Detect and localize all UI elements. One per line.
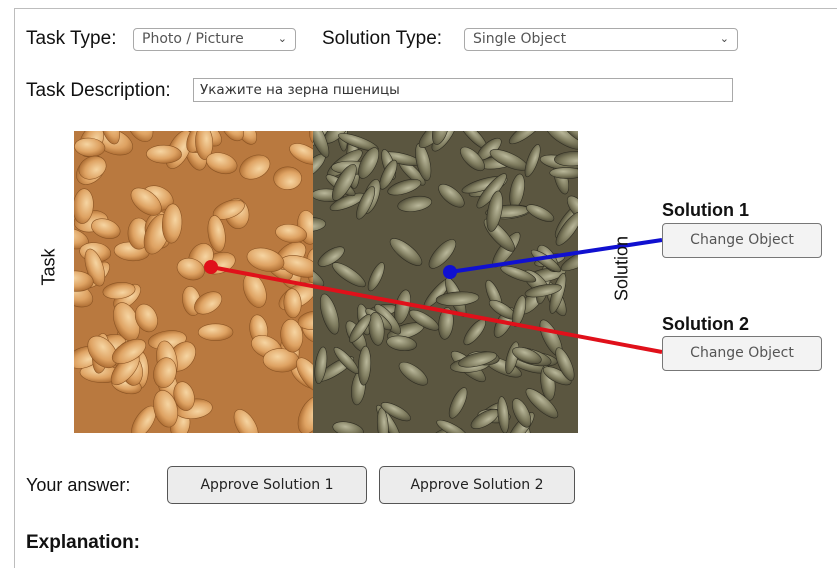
chevron-down-icon: ⌄ <box>719 32 729 45</box>
task-description-label: Task Description: <box>26 80 171 101</box>
task-type-label: Task Type: <box>26 28 117 49</box>
solution-1-change-button[interactable]: Change Object <box>662 223 822 258</box>
task-description-input[interactable]: Укажите на зерна пшеницы <box>193 78 733 102</box>
your-answer-label: Your answer: <box>26 475 131 495</box>
task-type-value: Photo / Picture <box>142 31 244 47</box>
wheat-grain <box>197 323 234 341</box>
wheat-grain <box>146 144 182 164</box>
task-solution-photo[interactable] <box>74 131 578 433</box>
solution-2-change-button[interactable]: Change Object <box>662 336 822 371</box>
wheat-grain <box>273 166 302 190</box>
explanation-label: Explanation: <box>26 532 141 553</box>
task-side-label: Task <box>38 248 59 286</box>
task-type-select[interactable]: Photo / Picture ⌄ <box>133 28 296 51</box>
solution-1-title: Solution 1 <box>662 200 749 220</box>
solution-type-value: Single Object <box>473 31 567 47</box>
approve-solution-1-button[interactable]: Approve Solution 1 <box>167 466 367 504</box>
solution-type-label: Solution Type: <box>322 28 443 49</box>
chevron-down-icon: ⌄ <box>277 32 287 45</box>
solution-side-label: Solution <box>611 235 632 302</box>
solution-type-select[interactable]: Single Object ⌄ <box>464 28 738 51</box>
solution-2-title: Solution 2 <box>662 314 749 334</box>
approve-solution-2-button[interactable]: Approve Solution 2 <box>379 466 575 504</box>
